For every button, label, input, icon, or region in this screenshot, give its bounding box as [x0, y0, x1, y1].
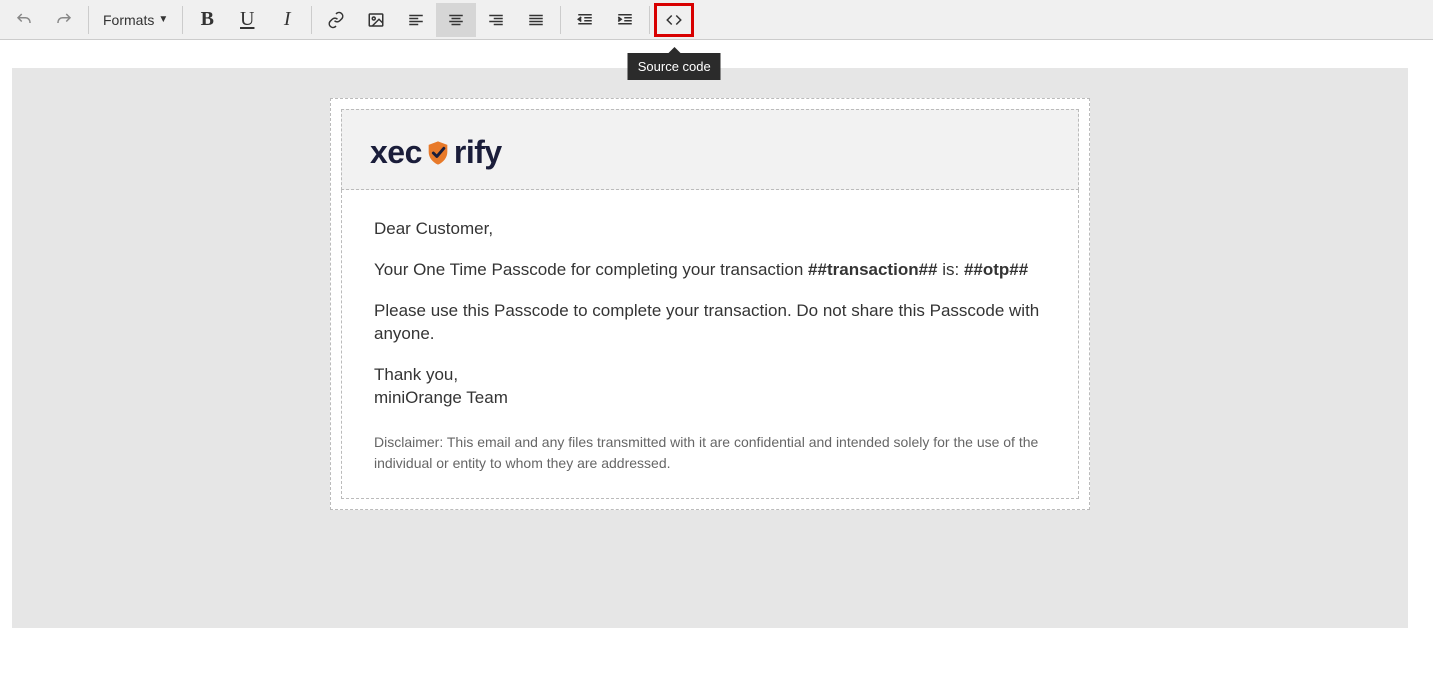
undo-icon	[15, 11, 33, 29]
image-button[interactable]	[356, 3, 396, 37]
source-code-tooltip: Source code	[628, 53, 721, 80]
caret-down-icon: ▼	[158, 14, 168, 25]
align-right-button[interactable]	[476, 3, 516, 37]
italic-icon: I	[284, 8, 291, 31]
align-right-icon	[487, 11, 505, 29]
source-code-button[interactable]: Source code	[654, 3, 694, 37]
outdent-button[interactable]	[565, 3, 605, 37]
link-icon	[327, 11, 345, 29]
toolbar-separator	[311, 6, 312, 34]
formats-label: Formats	[103, 12, 154, 28]
email-header: xec rify	[341, 109, 1079, 190]
align-justify-icon	[527, 11, 545, 29]
outdent-icon	[576, 11, 594, 29]
formats-dropdown[interactable]: Formats ▼	[93, 3, 178, 37]
email-thanks-2: miniOrange Team	[374, 387, 1046, 410]
redo-button[interactable]	[44, 3, 84, 37]
redo-icon	[55, 11, 73, 29]
toolbar-separator	[649, 6, 650, 34]
align-center-button[interactable]	[436, 3, 476, 37]
bold-icon: B	[201, 8, 214, 31]
italic-button[interactable]: I	[267, 3, 307, 37]
xecurify-logo: xec rify	[370, 134, 1050, 171]
code-icon	[665, 11, 683, 29]
email-template-container: xec rify Dear Customer, Your One Time Pa…	[330, 98, 1090, 510]
email-passcode-line: Your One Time Passcode for completing yo…	[374, 259, 1046, 282]
bold-button[interactable]: B	[187, 3, 227, 37]
underline-button[interactable]: U	[227, 3, 267, 37]
editor-canvas[interactable]: xec rify Dear Customer, Your One Time Pa…	[0, 40, 1433, 648]
toolbar-separator	[560, 6, 561, 34]
indent-button[interactable]	[605, 3, 645, 37]
page-background: xec rify Dear Customer, Your One Time Pa…	[12, 68, 1408, 628]
email-disclaimer: Disclaimer: This email and any files tra…	[374, 432, 1046, 474]
align-left-icon	[407, 11, 425, 29]
underline-icon: U	[240, 8, 254, 31]
email-thanks-1: Thank you,	[374, 364, 1046, 387]
link-button[interactable]	[316, 3, 356, 37]
undo-button[interactable]	[4, 3, 44, 37]
toolbar-separator	[88, 6, 89, 34]
email-body[interactable]: Dear Customer, Your One Time Passcode fo…	[341, 190, 1079, 499]
indent-icon	[616, 11, 634, 29]
align-left-button[interactable]	[396, 3, 436, 37]
email-greeting: Dear Customer,	[374, 218, 1046, 241]
align-center-icon	[447, 11, 465, 29]
logo-text-left: xec	[370, 134, 422, 171]
align-justify-button[interactable]	[516, 3, 556, 37]
email-warning-line: Please use this Passcode to complete you…	[374, 300, 1046, 346]
editor-toolbar: Formats ▼ B U I	[0, 0, 1433, 40]
shield-icon	[424, 139, 452, 167]
logo-text-right: rify	[454, 134, 502, 171]
image-icon	[367, 11, 385, 29]
toolbar-separator	[182, 6, 183, 34]
